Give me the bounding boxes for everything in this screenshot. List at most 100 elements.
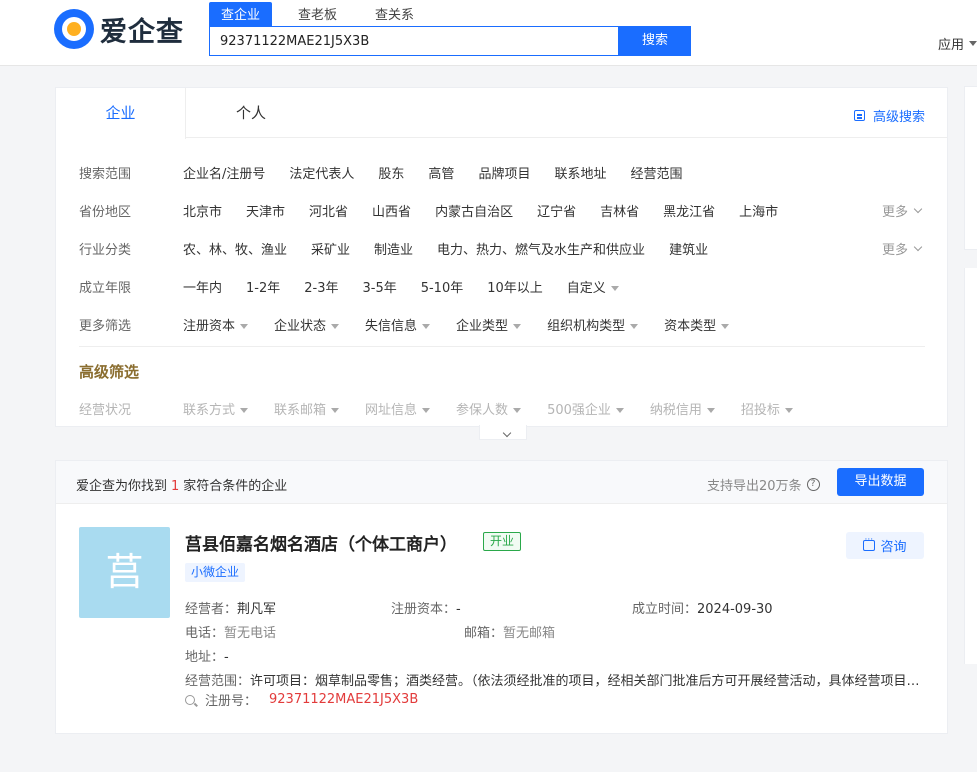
expand-filters-handle[interactable] — [479, 425, 527, 440]
dropdown-label: 企业类型 — [456, 318, 509, 334]
filter-option[interactable]: 天津市 — [246, 201, 285, 220]
filter-dropdown[interactable]: 联系邮箱 — [274, 399, 340, 418]
filter-option[interactable]: 高管 — [428, 163, 454, 182]
result-header: 爱企查为你找到 1 家符合条件的企业 支持导出20万条? 导出数据 — [56, 461, 947, 504]
caret-down-icon — [422, 323, 431, 329]
filter-option[interactable]: 山西省 — [372, 201, 411, 220]
filter-option[interactable]: 上海市 — [739, 201, 778, 220]
filter-option[interactable]: 辽宁省 — [537, 201, 576, 220]
filter-option[interactable]: 10年以上 — [487, 277, 543, 296]
filter-label: 省份地区 — [79, 204, 132, 220]
filter-option[interactable]: 企业名/注册号 — [183, 163, 265, 182]
export-data-button[interactable]: 导出数据 — [837, 468, 924, 496]
filter-option[interactable]: 5-10年 — [421, 277, 464, 296]
tab-company[interactable]: 企业 — [56, 88, 186, 139]
app-menu[interactable]: 应用 — [938, 34, 977, 53]
caret-down-icon — [513, 407, 522, 413]
caret-down-icon — [331, 323, 340, 329]
count-prefix: 爱企查为你找到 — [76, 479, 168, 494]
filter-option[interactable]: 2-3年 — [304, 277, 338, 296]
filter-row-advanced: 经营状况 联系方式 联系邮箱 网址信息 参保人数 500强企业 纳税信用 招投标 — [79, 398, 819, 418]
tab-search-company[interactable]: 查企业 — [209, 2, 273, 26]
dropdown-label: 参保人数 — [456, 402, 509, 418]
filter-dropdown[interactable]: 组织机构类型 — [547, 315, 639, 334]
filter-option[interactable]: 制造业 — [374, 239, 413, 258]
filter-option[interactable]: 法定代表人 — [289, 163, 354, 182]
filter-option[interactable]: 农、林、牧、渔业 — [183, 239, 287, 258]
filter-option[interactable]: 股东 — [378, 163, 404, 182]
divider — [79, 346, 925, 347]
filter-option[interactable]: 品牌项目 — [478, 163, 530, 182]
filter-label: 搜索范围 — [79, 166, 132, 182]
chevron-down-icon — [913, 204, 923, 213]
filter-option[interactable]: 建筑业 — [669, 239, 708, 258]
filter-dropdown[interactable]: 网址信息 — [365, 399, 431, 418]
top-bar: 爱企查 查企业 查老板 查关系 搜索 应用 — [0, 0, 977, 66]
filter-option[interactable]: 内蒙古自治区 — [435, 201, 513, 220]
tab-search-relation[interactable]: 查关系 — [363, 2, 426, 26]
field-label: 地址： — [185, 650, 225, 665]
search-input[interactable] — [209, 26, 619, 56]
caret-down-icon — [969, 41, 977, 46]
consult-button[interactable]: 咨询 — [846, 532, 924, 559]
filter-option[interactable]: 经营范围 — [630, 163, 682, 182]
side-panel-edge — [964, 268, 977, 664]
field-label: 注册号： — [205, 694, 258, 709]
filter-dropdown[interactable]: 资本类型 — [664, 315, 730, 334]
filter-dropdown[interactable]: 参保人数 — [456, 399, 522, 418]
search-button[interactable]: 搜索 — [619, 26, 691, 56]
filter-dropdown[interactable]: 企业类型 — [456, 315, 522, 334]
business-scope-field: 经营范围：许可项目：烟草制品零售；酒类经营。（依法须经批准的项目，经相关部门批准… — [185, 670, 925, 689]
filter-dropdown[interactable]: 500强企业 — [547, 399, 624, 418]
registration-row: 注册号： 92371122MAE21J5X3B — [185, 690, 418, 709]
filter-row-more: 更多筛选 注册资本 企业状态 失信信息 企业类型 组织机构类型 资本类型 — [79, 314, 755, 334]
filter-dropdown[interactable]: 企业状态 — [274, 315, 340, 334]
caret-down-icon — [784, 407, 793, 413]
filter-list-icon — [853, 110, 865, 121]
tab-person[interactable]: 个人 — [186, 88, 316, 138]
filter-option[interactable]: 黑龙江省 — [663, 201, 715, 220]
company-logo[interactable]: 莒 — [79, 527, 170, 618]
filter-panel: 企业 个人 高级搜索 搜索范围 企业名/注册号 法定代表人 股东 高管 品牌项目… — [55, 87, 948, 427]
filter-dropdown[interactable]: 联系方式 — [183, 399, 249, 418]
filter-option[interactable]: 联系地址 — [554, 163, 606, 182]
field-label: 经营者： — [185, 602, 238, 617]
caret-down-icon — [706, 407, 715, 413]
region-more-button[interactable]: 更多 — [882, 201, 923, 220]
dropdown-label: 资本类型 — [664, 318, 717, 334]
filter-option[interactable]: 吉林省 — [600, 201, 639, 220]
advanced-search-link[interactable]: 高级搜索 — [853, 106, 925, 125]
logo-text: 爱企查 — [100, 16, 184, 48]
field-label: 邮箱： — [464, 626, 504, 641]
custom-range-dropdown[interactable]: 自定义 — [567, 277, 619, 296]
company-name-link[interactable]: 莒县佰嘉名烟名酒店（个体工商户） — [185, 530, 457, 555]
filter-dropdown[interactable]: 注册资本 — [183, 315, 249, 334]
filter-option[interactable]: 电力、热力、燃气及水生产和供应业 — [437, 239, 645, 258]
filter-dropdown[interactable]: 纳税信用 — [650, 399, 715, 418]
field-label: 经营范围： — [185, 674, 251, 689]
logo[interactable]: 爱企查 — [54, 9, 184, 49]
capital-value: - — [456, 602, 461, 617]
chat-icon — [863, 535, 876, 551]
app-menu-label: 应用 — [937, 38, 964, 53]
filter-option[interactable]: 河北省 — [309, 201, 348, 220]
industry-more-button[interactable]: 更多 — [882, 239, 923, 258]
help-icon[interactable]: ? — [806, 478, 820, 491]
field-label: 电话： — [185, 626, 225, 641]
result-panel: 爱企查为你找到 1 家符合条件的企业 支持导出20万条? 导出数据 莒 莒县佰嘉名烟… — [55, 460, 948, 734]
export-note: 支持导出20万条? — [707, 475, 820, 494]
operator-value[interactable]: 荆凡军 — [237, 602, 276, 617]
side-panel-edge — [964, 86, 977, 250]
dropdown-label: 联系邮箱 — [274, 402, 327, 418]
filter-dropdown[interactable]: 失信信息 — [365, 315, 431, 334]
result-count: 爱企查为你找到 1 家符合条件的企业 — [76, 475, 287, 494]
filter-option[interactable]: 北京市 — [183, 201, 222, 220]
filter-dropdown[interactable]: 招投标 — [741, 399, 793, 418]
filter-option[interactable]: 3-5年 — [362, 277, 396, 296]
dropdown-label: 企业状态 — [274, 318, 327, 334]
tab-search-boss[interactable]: 查老板 — [286, 2, 349, 26]
filter-option[interactable]: 一年内 — [183, 277, 222, 296]
filter-option[interactable]: 1-2年 — [246, 277, 280, 296]
count-number: 1 — [171, 479, 180, 494]
filter-option[interactable]: 采矿业 — [311, 239, 350, 258]
